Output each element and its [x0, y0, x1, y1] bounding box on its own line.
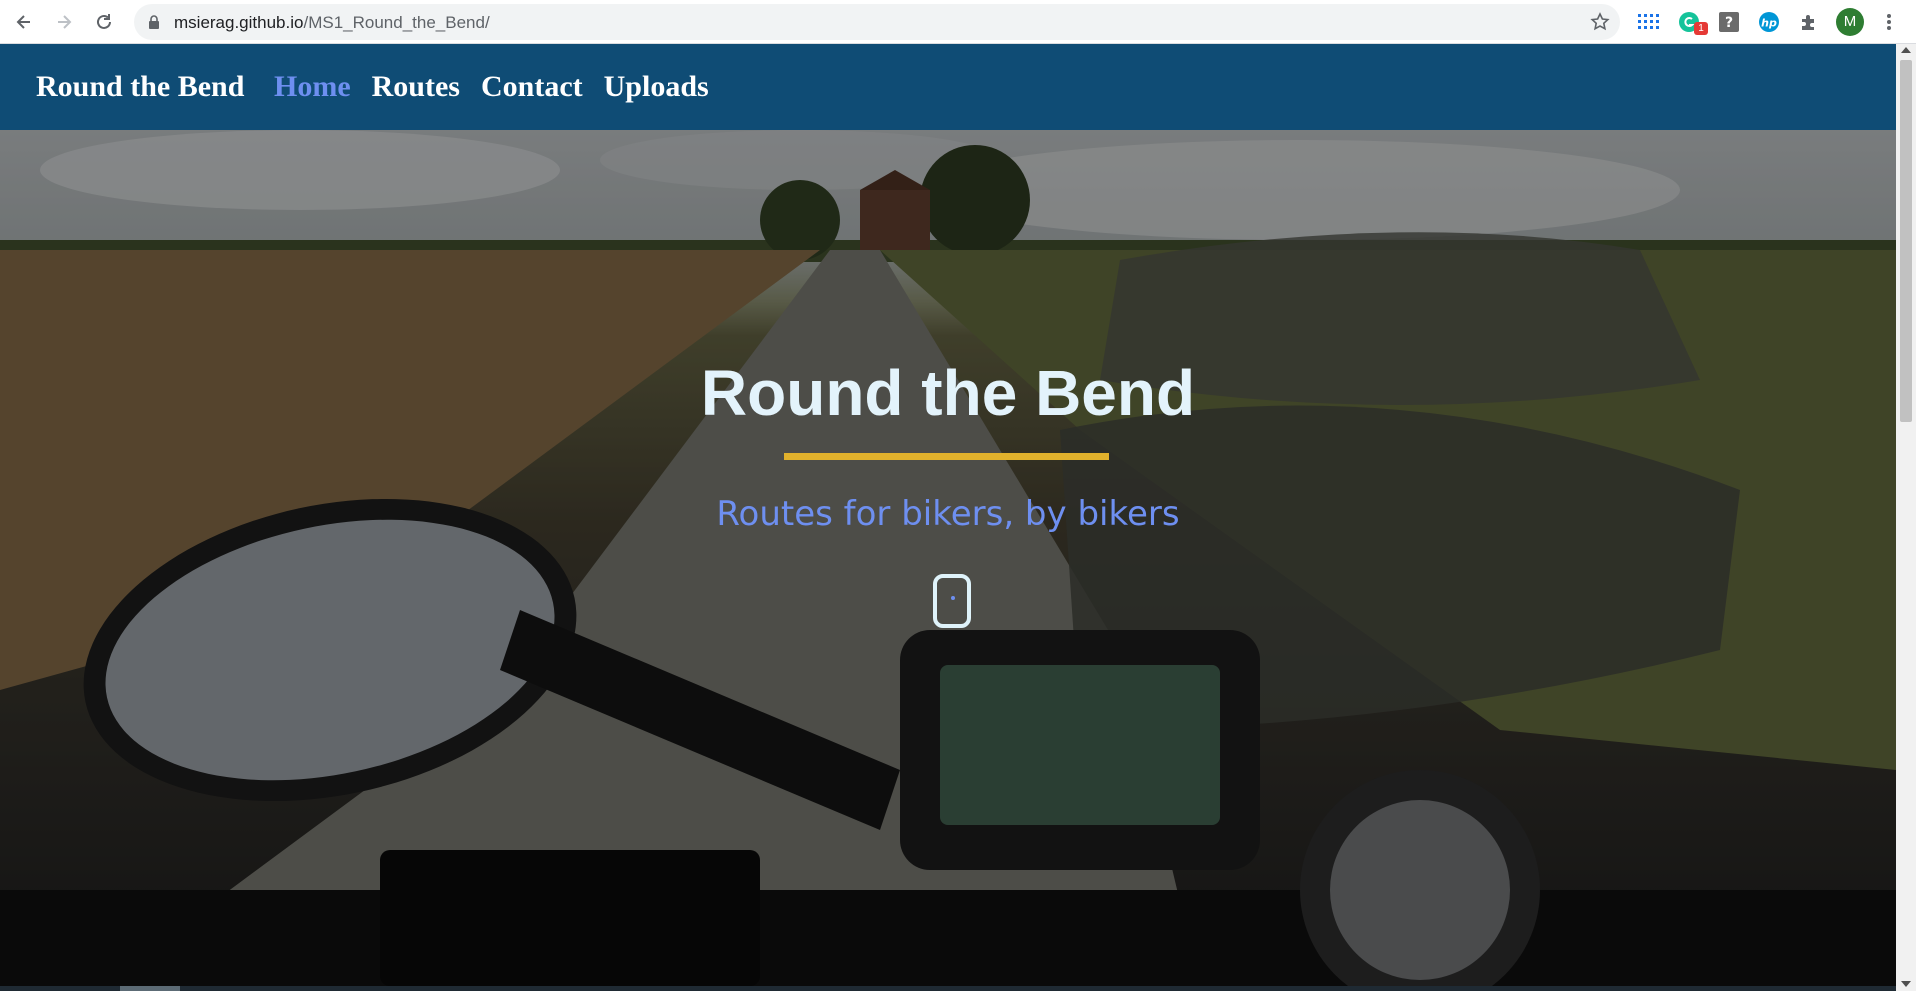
browser-toolbar: msierag.github.io/MS1_Round_the_Bend/ 1 … — [0, 0, 1916, 44]
hp-icon[interactable]: hp — [1756, 9, 1782, 35]
apps-grid-icon[interactable] — [1636, 9, 1662, 35]
nav-link-contact[interactable]: Contact — [481, 70, 583, 104]
hero-title: Round the Bend — [700, 357, 1196, 429]
hero-section: Round the Bend Routes for bikers, by bik… — [0, 130, 1896, 986]
hero-accent-rule — [784, 453, 1109, 460]
mouse-scroll-icon[interactable] — [933, 574, 971, 628]
horizontal-scrollbar[interactable] — [0, 986, 1896, 991]
scroll-up-arrow-icon[interactable] — [1901, 47, 1911, 53]
extension-badge: 1 — [1694, 22, 1708, 35]
help-icon[interactable]: ? — [1716, 9, 1742, 35]
url-text: msierag.github.io/MS1_Round_the_Bend/ — [174, 13, 490, 32]
nav-links: Home Routes Contact Uploads — [274, 70, 709, 104]
address-bar[interactable]: msierag.github.io/MS1_Round_the_Bend/ — [134, 4, 1620, 40]
extensions-icon[interactable] — [1796, 9, 1822, 35]
nav-link-uploads[interactable]: Uploads — [604, 70, 709, 104]
menu-icon[interactable] — [1876, 9, 1902, 35]
mouse-wheel-dot — [951, 596, 955, 600]
svg-text:hp: hp — [1761, 17, 1777, 30]
scroll-down-arrow-icon[interactable] — [1901, 981, 1911, 987]
site-brand[interactable]: Round the Bend — [36, 70, 244, 104]
hero-overlay — [0, 130, 1896, 986]
svg-text:?: ? — [1725, 15, 1733, 31]
vertical-scroll-thumb[interactable] — [1900, 60, 1912, 422]
forward-icon[interactable] — [50, 8, 78, 36]
back-icon[interactable] — [10, 8, 38, 36]
site-navbar: Round the Bend Home Routes Contact Uploa… — [0, 44, 1896, 130]
nav-link-routes[interactable]: Routes — [372, 70, 460, 104]
bookmark-star-icon[interactable] — [1590, 12, 1610, 37]
vertical-scrollbar[interactable] — [1896, 44, 1916, 991]
profile-avatar[interactable]: M — [1836, 8, 1864, 36]
reload-icon[interactable] — [90, 8, 118, 36]
hero-subtitle: Routes for bikers, by bikers — [716, 494, 1180, 534]
horizontal-scroll-thumb[interactable] — [120, 986, 180, 991]
nav-link-home[interactable]: Home — [274, 70, 351, 104]
lock-icon — [148, 15, 160, 34]
